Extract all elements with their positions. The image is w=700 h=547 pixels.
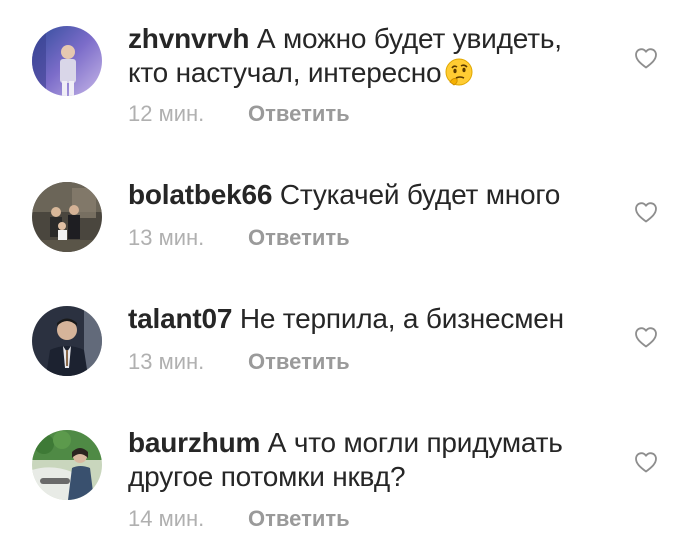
reply-button[interactable]: Ответить — [248, 506, 350, 531]
heart-outline-icon — [635, 48, 657, 69]
comment-meta: 13 мин. Ответить — [128, 349, 350, 375]
comment-username[interactable]: talant07 — [128, 303, 232, 334]
heart-outline-icon — [635, 327, 657, 348]
avatar[interactable] — [32, 26, 102, 96]
reply-button[interactable]: Ответить — [248, 349, 350, 374]
comment-timestamp: 13 мин. — [128, 225, 205, 250]
comment-username[interactable]: bolatbek66 — [128, 179, 272, 210]
comment-timestamp: 12 мин. — [128, 101, 205, 126]
like-button[interactable] — [634, 451, 658, 473]
reply-button[interactable]: Ответить — [248, 225, 350, 250]
comment-text: baurzhum А что могли придумать другое по… — [128, 426, 608, 494]
heart-outline-icon — [635, 202, 657, 223]
comment-timestamp: 13 мин. — [128, 349, 205, 374]
avatar[interactable] — [32, 306, 102, 376]
comment-text: bolatbek66 Стукачей будет много — [128, 178, 608, 212]
comment-meta: 13 мин. Ответить — [128, 225, 350, 251]
comment-body: Стукачей будет много — [279, 179, 561, 210]
comment-meta: 14 мин. Ответить — [128, 506, 350, 532]
avatar[interactable] — [32, 182, 102, 252]
avatar[interactable] — [32, 430, 102, 500]
comment-text: talant07 Не терпила, а бизнесмен — [128, 302, 608, 336]
like-button[interactable] — [634, 201, 658, 223]
comment-username[interactable]: baurzhum — [128, 427, 260, 458]
like-button[interactable] — [634, 47, 658, 69]
reply-button[interactable]: Ответить — [248, 101, 350, 126]
comment-body: Не терпила, а бизнесмен — [239, 303, 564, 334]
thinking-face-icon — [445, 58, 473, 86]
like-button[interactable] — [634, 326, 658, 348]
comment-meta: 12 мин. Ответить — [128, 101, 350, 127]
comment-username[interactable]: zhvnvrvh — [128, 23, 250, 54]
heart-outline-icon — [635, 452, 657, 473]
comment-text: zhvnvrvh А можно будет увидеть, кто наст… — [128, 22, 608, 90]
comment-timestamp: 14 мин. — [128, 506, 205, 531]
